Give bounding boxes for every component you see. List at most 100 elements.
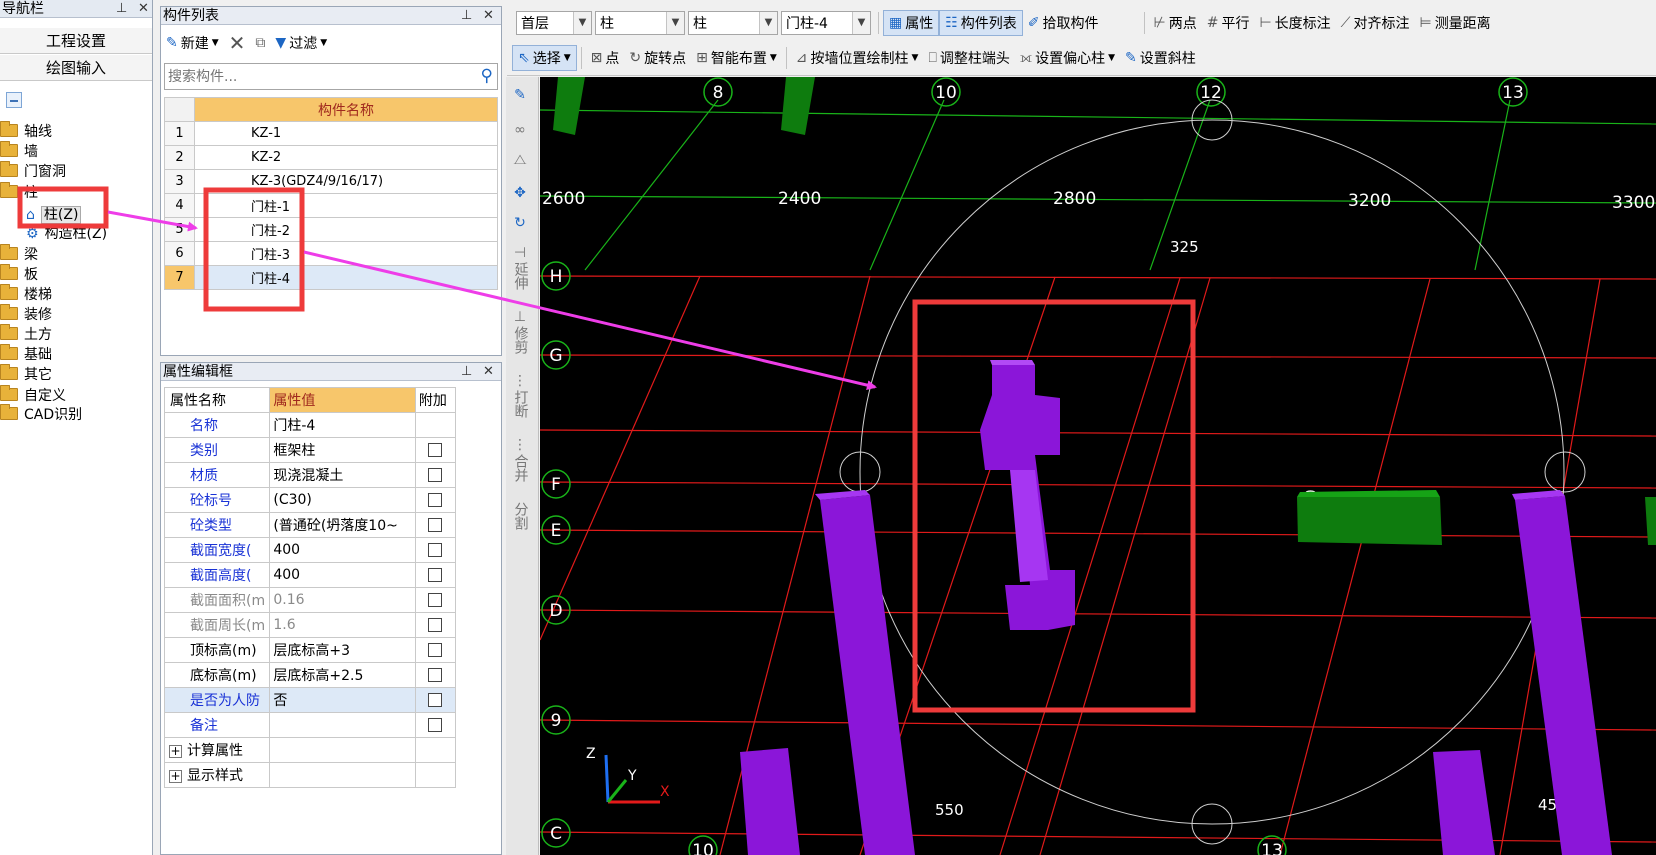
tree-folder-item[interactable]: 自定义	[0, 385, 66, 406]
tree-folder-item[interactable]: 土方	[0, 324, 52, 345]
column-header[interactable]: 构件名称	[194, 97, 498, 122]
split-tool[interactable]: 分割	[506, 502, 534, 535]
property-value[interactable]: (普通砼(坍落度10~	[269, 512, 416, 538]
rotate-point-button[interactable]: ↻ 旋转点	[624, 45, 691, 71]
properties-button[interactable]: ▦ 属性	[883, 10, 940, 36]
tree-folder-item[interactable]: 门窗洞	[0, 161, 66, 182]
category-combo[interactable]: 柱 ▼	[595, 11, 685, 35]
property-value[interactable]: 400	[269, 562, 416, 588]
component-combo[interactable]: 门柱-4 ▼	[781, 11, 871, 35]
floor-combo[interactable]: 首层 ▼	[516, 11, 592, 35]
link-icon[interactable]: ∞	[506, 122, 534, 139]
search-icon[interactable]: ⚲	[481, 66, 493, 86]
merge-tool[interactable]: ⋮ 合并	[506, 437, 534, 487]
component-name-cell[interactable]: 门柱-2	[194, 217, 498, 242]
tree-folder-item[interactable]: CAD识别	[0, 404, 82, 425]
property-value[interactable]: 0.16	[269, 587, 416, 613]
property-value[interactable]: 否	[269, 687, 416, 713]
table-row[interactable]: 5 门柱-2	[164, 217, 498, 242]
property-value[interactable]: 层底标高+3	[269, 637, 416, 663]
trim-tool[interactable]: ⊥ 修剪	[506, 309, 534, 359]
tree-child-item[interactable]: ⌂ 柱(Z)	[26, 205, 82, 225]
pin-icon[interactable]: ⊥	[461, 7, 472, 25]
tree-folder-item[interactable]: 装修	[0, 304, 52, 325]
extra-checkbox[interactable]	[428, 668, 443, 682]
wall-column-button[interactable]: ⊿ 按墙位置绘制柱 ▼	[791, 45, 924, 71]
component-name-cell[interactable]: KZ-2	[194, 145, 498, 170]
table-row[interactable]: 4 门柱-1	[164, 193, 498, 218]
eccentric-button[interactable]: ⟗ 设置偏心柱 ▼	[1015, 45, 1120, 71]
tree-folder-item[interactable]: 梁	[0, 244, 38, 265]
chevron-down-icon[interactable]: ▼	[666, 12, 684, 34]
tree-folder-item[interactable]: 楼梯	[0, 284, 52, 305]
tree-folder-item[interactable]: 轴线	[0, 121, 52, 142]
delete-icon[interactable]: ✕	[224, 30, 251, 56]
new-button[interactable]: ✎ 新建 ▼	[161, 30, 224, 56]
component-list-button[interactable]: ☷ 构件列表	[939, 10, 1023, 36]
copy-icon[interactable]: ⧉	[250, 30, 270, 56]
rotate-icon[interactable]: ↻	[506, 215, 534, 232]
component-name-cell[interactable]: 门柱-1	[194, 193, 498, 218]
table-row[interactable]: 2 KZ-2	[164, 145, 498, 170]
property-group-row[interactable]: + 计算属性	[163, 737, 457, 763]
table-row[interactable]: 1 KZ-1	[164, 121, 498, 146]
break-tool[interactable]: ⋮ 打断	[506, 373, 534, 423]
extra-checkbox[interactable]	[428, 518, 443, 532]
extra-checkbox[interactable]	[428, 443, 443, 457]
chevron-down-icon[interactable]: ▼	[852, 12, 870, 34]
align-dim-button[interactable]: ⟋ 对齐标注	[1336, 10, 1415, 36]
extra-checkbox[interactable]	[428, 593, 443, 607]
extend-tool[interactable]: ⊣ 延伸	[506, 245, 534, 295]
table-row[interactable]: 3 KZ-3(GDZ4/9/16/17)	[164, 169, 498, 194]
table-row[interactable]: 6 门柱-3	[164, 241, 498, 266]
pin-icon[interactable]: ⊥	[116, 0, 127, 18]
pin-icon[interactable]: ⊥	[461, 363, 472, 381]
property-value[interactable]: 400	[269, 537, 416, 563]
measure-button[interactable]: ⊨ 测量距离	[1414, 10, 1495, 36]
close-icon[interactable]: ✕	[483, 363, 494, 381]
property-group-row[interactable]: + 显示样式	[163, 762, 457, 788]
tree-folder-item[interactable]: 墙	[0, 141, 38, 162]
component-name-cell[interactable]: KZ-3(GDZ4/9/16/17)	[194, 169, 498, 194]
select-button[interactable]: ⇖ 选择 ▼	[512, 45, 577, 71]
tree-folder-item[interactable]: 基础	[0, 344, 52, 365]
component-name-cell[interactable]: 门柱-4	[194, 265, 498, 290]
extra-checkbox[interactable]	[428, 643, 443, 657]
point-button[interactable]: ⊠ 点	[586, 45, 625, 71]
property-value[interactable]: 现浇混凝土	[269, 462, 416, 488]
property-value[interactable]: 门柱-4	[269, 412, 416, 438]
component-name-cell[interactable]: 门柱-3	[194, 241, 498, 266]
collapse-icon[interactable]	[6, 92, 22, 108]
property-value[interactable]	[269, 712, 416, 738]
brush-icon[interactable]: ✎	[506, 87, 534, 104]
extra-checkbox[interactable]	[428, 543, 443, 557]
length-dim-button[interactable]: ⊢ 长度标注	[1254, 10, 1335, 36]
tree-folder-item[interactable]: 板	[0, 264, 38, 285]
chevron-down-icon[interactable]: ▼	[573, 12, 591, 34]
extra-checkbox[interactable]	[428, 718, 443, 732]
close-icon[interactable]: ✕	[483, 7, 494, 25]
type-combo[interactable]: 柱 ▼	[688, 11, 778, 35]
chevron-down-icon[interactable]: ▼	[759, 12, 777, 34]
drawing-canvas[interactable]: 8 10 12 13 H G F E D 9 C 10 13 2600 2400…	[540, 77, 1656, 855]
extra-checkbox[interactable]	[428, 493, 443, 507]
filter-button[interactable]: ▼ 过滤 ▼	[270, 30, 332, 56]
mirror-icon[interactable]: ⧍	[506, 152, 534, 169]
move-icon[interactable]: ✥	[506, 185, 534, 202]
property-group[interactable]: + 计算属性	[163, 737, 271, 763]
adjust-end-button[interactable]: ⎕ 调整柱端头	[923, 45, 1014, 71]
drawing-input-button[interactable]: 绘图输入	[0, 55, 152, 81]
extra-checkbox[interactable]	[428, 568, 443, 582]
extra-checkbox[interactable]	[428, 468, 443, 482]
table-row[interactable]: 7 门柱-4	[164, 265, 498, 290]
property-value[interactable]: 1.6	[269, 612, 416, 638]
property-group[interactable]: + 显示样式	[163, 762, 271, 788]
tree-child-item[interactable]: ⚙ 构造柱(Z)	[26, 224, 107, 244]
property-value[interactable]: 框架柱	[269, 437, 416, 463]
extra-checkbox[interactable]	[428, 618, 443, 632]
expand-icon[interactable]: +	[169, 745, 182, 758]
tree-folder-item[interactable]: 其它	[0, 364, 52, 385]
tree-folder-item[interactable]: 柱	[0, 182, 38, 203]
two-point-button[interactable]: ⊬ 两点	[1149, 10, 1202, 36]
property-value[interactable]: (C30)	[269, 487, 416, 513]
